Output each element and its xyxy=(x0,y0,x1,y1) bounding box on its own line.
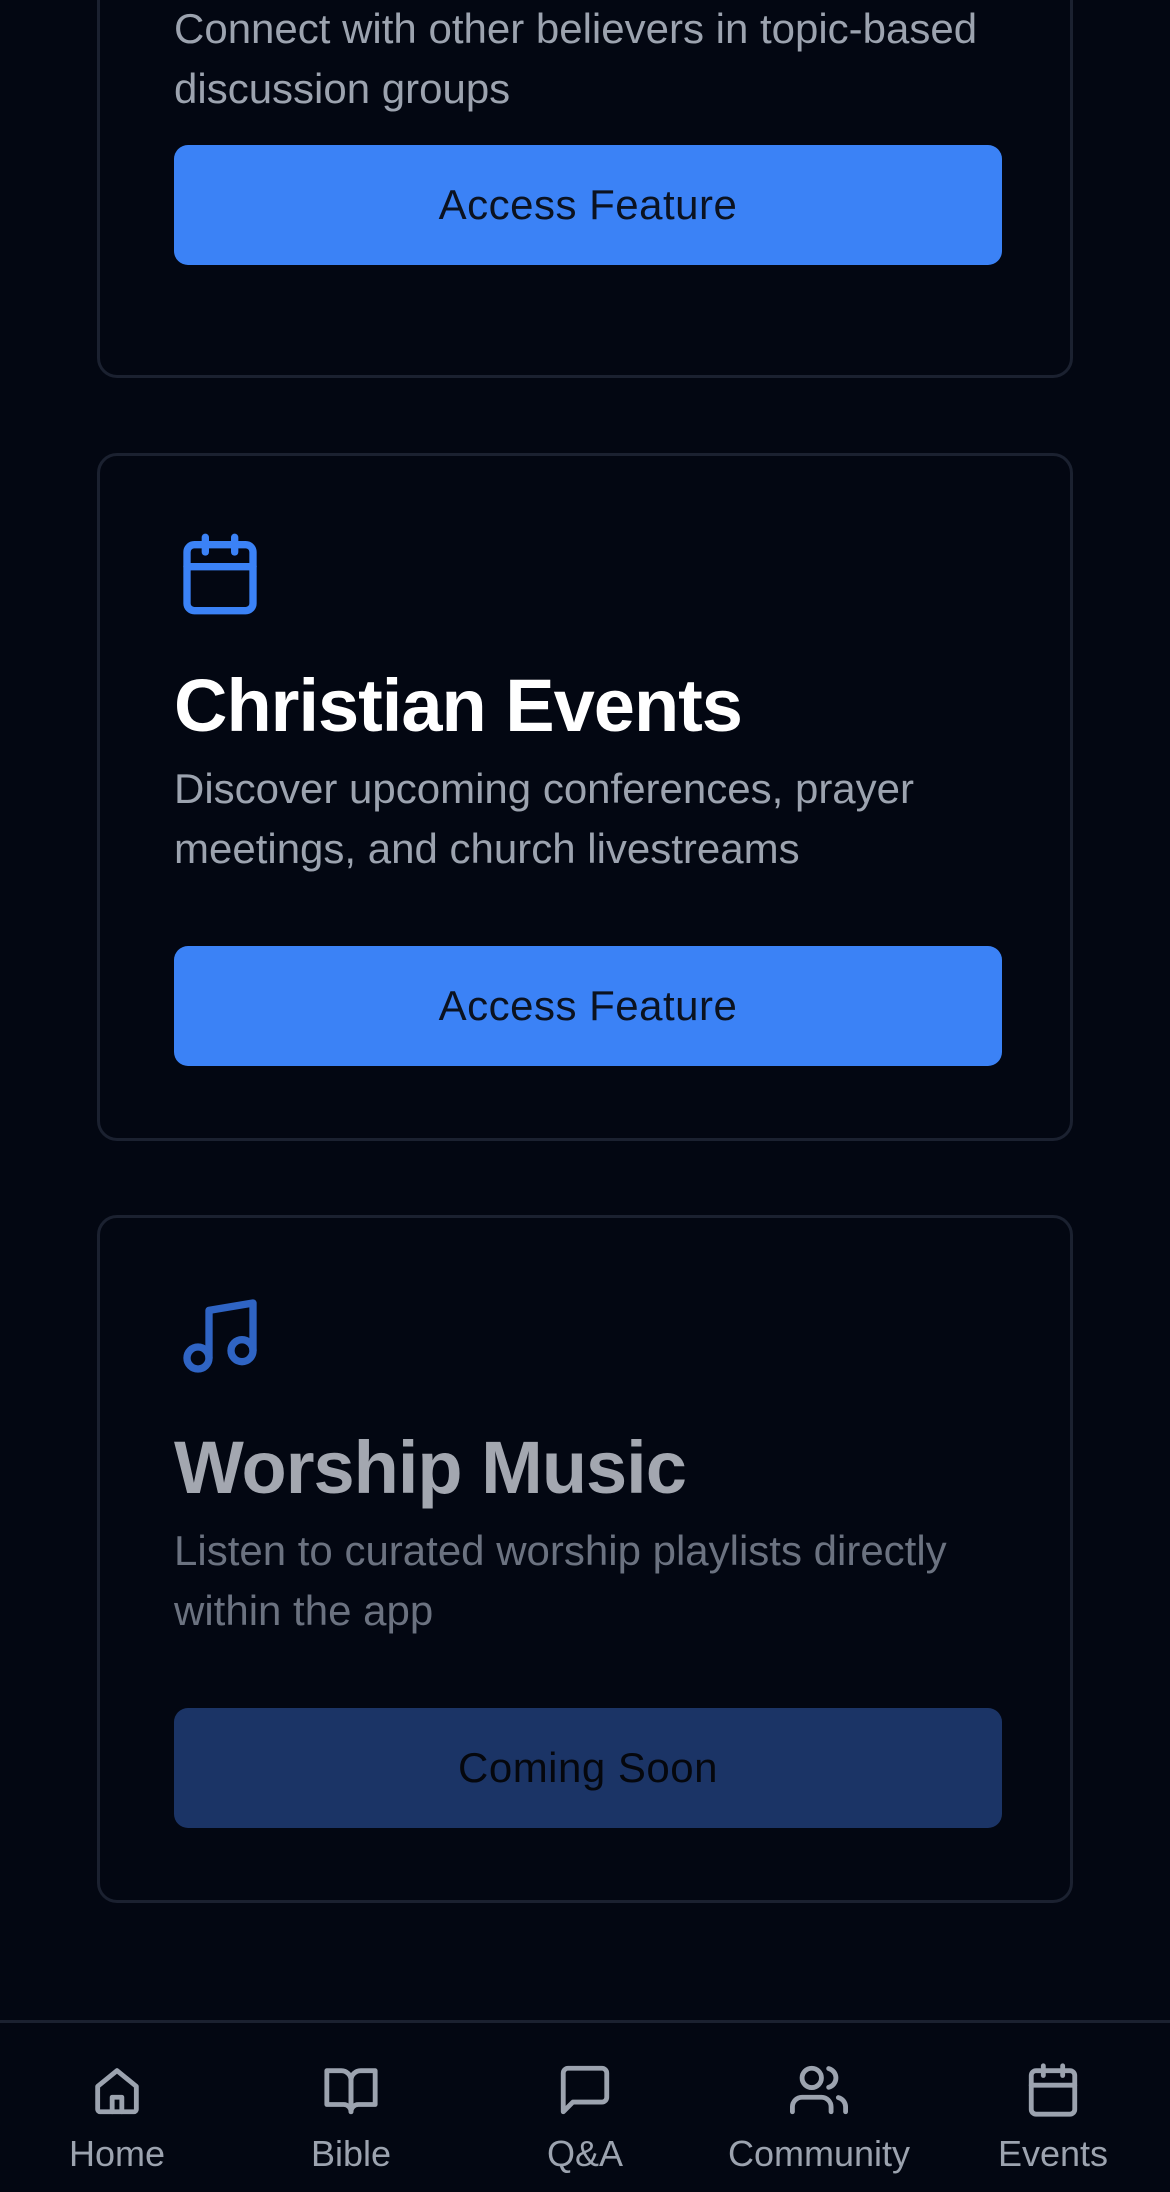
chat-bubble-icon xyxy=(560,2065,610,2115)
nav-item-events[interactable]: Events xyxy=(936,2023,1170,2192)
access-feature-button[interactable]: Access Feature xyxy=(174,145,1002,265)
access-feature-button[interactable]: Access Feature xyxy=(174,946,1002,1066)
features-page: Connect with other believers in topic-ba… xyxy=(0,0,1170,2192)
feature-title: Worship Music xyxy=(174,1426,687,1509)
feature-title: Christian Events xyxy=(174,664,743,747)
users-icon xyxy=(790,2065,848,2115)
nav-item-bible[interactable]: Bible xyxy=(234,2023,468,2192)
nav-item-qa[interactable]: Q&A xyxy=(468,2023,702,2192)
home-icon xyxy=(95,2068,139,2115)
nav-label: Events xyxy=(997,2133,1109,2174)
nav-item-community[interactable]: Community xyxy=(702,2023,936,2192)
calendar-icon xyxy=(1028,2063,1078,2117)
feature-card-worship-music: Worship Music Listen to curated worship … xyxy=(97,1215,1073,1903)
feature-description: Discover upcoming conferences, prayer me… xyxy=(174,765,915,872)
nav-label: Community xyxy=(727,2133,911,2174)
feature-card-christian-events: Christian Events Discover upcoming confe… xyxy=(97,453,1073,1141)
feature-description: Listen to curated worship playlists dire… xyxy=(174,1527,947,1634)
book-icon xyxy=(324,2068,378,2115)
music-note-icon xyxy=(183,1299,257,1373)
nav-label: Q&A xyxy=(546,2133,624,2174)
nav-label: Home xyxy=(68,2133,166,2174)
calendar-icon xyxy=(183,533,257,615)
nav-item-home[interactable]: Home xyxy=(0,2023,234,2192)
feature-card-discussion-groups: Connect with other believers in topic-ba… xyxy=(97,0,1073,378)
feature-description: Connect with other believers in topic-ba… xyxy=(174,5,978,112)
bottom-nav: Home Bible Q&A Community Events xyxy=(0,2020,1170,2192)
nav-label: Bible xyxy=(310,2133,392,2174)
coming-soon-button: Coming Soon xyxy=(174,1708,1002,1828)
